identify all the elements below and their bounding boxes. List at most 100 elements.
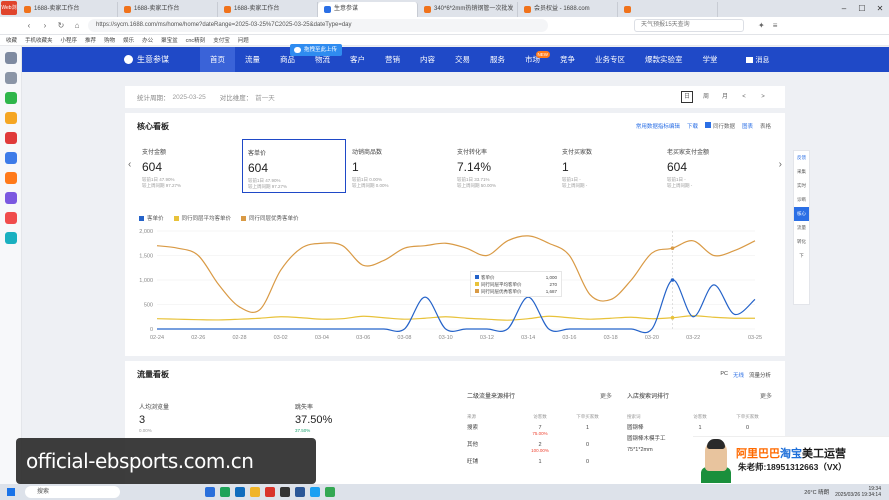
nav-item[interactable]: 竞争 [550, 47, 585, 72]
right-tool-6[interactable]: 转化 [794, 235, 809, 249]
bookmark-item[interactable]: 支付宝 [213, 36, 230, 44]
sidebar-app-icon[interactable] [4, 92, 17, 104]
message-button[interactable]: 消息 [745, 55, 770, 65]
period-prev-icon[interactable]: < [738, 91, 750, 103]
table-view-tab[interactable]: 表格 [760, 122, 771, 130]
forward-icon[interactable]: › [40, 21, 50, 30]
right-tool-0[interactable]: 反馈 [794, 151, 809, 165]
sidebar-app-icon[interactable] [4, 112, 17, 124]
browser-tab[interactable]: 1688-卖家工作台 [118, 2, 218, 17]
more-link[interactable]: 更多 [760, 391, 772, 400]
browser-tab[interactable]: 会员权益 - 1688.com [518, 2, 618, 17]
right-tool-7[interactable]: 下 [794, 249, 809, 263]
taskbar-search[interactable]: 搜索 [25, 486, 120, 498]
weather-text[interactable]: 26°C 晴朗 [804, 488, 829, 496]
taskbar-app-icon[interactable] [250, 487, 260, 497]
bookmark-item[interactable]: 手机收藏夹 [25, 36, 53, 44]
nav-item[interactable]: 服务 [480, 47, 515, 72]
legend-item[interactable]: 同行同层优秀客单价 [241, 214, 299, 222]
period-day-button[interactable]: 日 [681, 91, 693, 103]
browser-tab[interactable] [618, 2, 718, 17]
bookmark-item[interactable]: 聚宝盆 [161, 36, 178, 44]
sidebar-app-icon[interactable] [4, 52, 17, 64]
right-tool-1[interactable]: 采集 [794, 165, 809, 179]
nav-item[interactable]: 流量 [235, 47, 270, 72]
sidebar-app-icon[interactable] [4, 212, 17, 224]
taskbar-app-icon[interactable] [235, 487, 245, 497]
sidebar-app-icon[interactable] [4, 152, 17, 164]
sidebar-app-icon[interactable] [4, 192, 17, 204]
bookmark-item[interactable]: 问题 [238, 36, 249, 44]
edit-metrics-link[interactable]: 常用数据指标编辑 [636, 122, 680, 130]
compare-value[interactable]: 前一天 [255, 92, 275, 102]
nav-item[interactable]: 爆款实验室 [635, 47, 693, 72]
menu-icon[interactable]: ≡ [773, 21, 778, 30]
legend-item[interactable]: 客单价 [139, 214, 164, 222]
table-row[interactable]: 圆钢棒 1 0 [627, 425, 772, 431]
close-icon[interactable]: ✕ [871, 0, 889, 17]
taskbar-app-icon[interactable] [220, 487, 230, 497]
metric-card[interactable]: 客单价 604 较前1日 47.90% 较上周同期 97.27% [242, 139, 346, 193]
sidebar-app-icon[interactable] [4, 172, 17, 184]
table-row[interactable]: 搜索 7 75.00% 1 [467, 425, 612, 437]
taskbar-app-icon[interactable] [325, 487, 335, 497]
metric-card[interactable]: 支付金额 604 较前1日 47.90% 较上周同期 97.27% [137, 139, 241, 193]
home-icon[interactable]: ⌂ [72, 21, 82, 30]
table-row[interactable]: 旺铺 1 0 [467, 459, 612, 465]
advert-banner[interactable]: 阿里巴巴淘宝美工运营 朱老师:18951312663（VX） [693, 436, 889, 484]
bookmark-item[interactable]: 收藏 [6, 36, 17, 44]
browser-search-input[interactable]: 天气预报15天查询 [634, 19, 744, 32]
brand[interactable]: 生意参谋 [124, 54, 194, 65]
taskbar-app-icon[interactable] [280, 487, 290, 497]
right-tool-4[interactable]: 核心 [794, 207, 809, 221]
wireless-tab[interactable]: 无线 [733, 371, 744, 379]
bookmark-item[interactable]: 娱乐 [123, 36, 134, 44]
metric-card[interactable]: 支付转化率 7.14% 较前1日 33.71% 较上周同期 50.00% [452, 139, 556, 193]
metric-card[interactable]: 支付买家数 1 较前1日 - 较上周同期 - [557, 139, 661, 193]
taskbar-app-icon[interactable] [310, 487, 320, 497]
taskbar-app-icon[interactable] [205, 487, 215, 497]
refresh-icon[interactable]: ↻ [56, 21, 66, 30]
period-week-button[interactable]: 周 [700, 91, 712, 103]
bookmark-item[interactable]: 小程序 [61, 36, 78, 44]
nav-item[interactable]: 客户 [340, 47, 375, 72]
nav-item[interactable]: 学堂 [693, 47, 728, 72]
browser-tab[interactable]: 1688-卖家工作台 [18, 2, 118, 17]
metrics-next-icon[interactable]: › [779, 159, 782, 170]
nav-item[interactable]: 营销 [375, 47, 410, 72]
nav-item[interactable]: 业务专区 [585, 47, 635, 72]
download-link[interactable]: 下载 [687, 122, 698, 130]
legend-item[interactable]: 同行同层平均客单价 [173, 214, 231, 222]
more-link[interactable]: 更多 [600, 391, 612, 400]
metric-card[interactable]: 动销商品数 1 较前1日 0.00% 较上周同期 0.00% [347, 139, 451, 193]
minimize-icon[interactable]: – [835, 0, 853, 17]
sidebar-add-icon[interactable] [4, 72, 17, 84]
right-tool-3[interactable]: 诊断 [794, 193, 809, 207]
drag-upload-tip[interactable]: 拖拽至此上传 [290, 44, 343, 56]
metrics-prev-icon[interactable]: ‹ [128, 159, 131, 170]
sidebar-app-icon[interactable] [4, 232, 17, 244]
nav-item[interactable]: 交易 [445, 47, 480, 72]
browser-logo[interactable]: Web浏览器 [1, 1, 17, 25]
browser-tab[interactable]: 340*6*2mm热销钢管一次批发 [418, 2, 518, 17]
flow-metric[interactable]: 跳失率 37.50% 37.50% [295, 402, 332, 433]
bookmark-item[interactable]: 购物 [104, 36, 115, 44]
bookmark-item[interactable]: cnc精刻 [186, 36, 206, 44]
nav-item[interactable]: 市场 NEW [515, 47, 550, 72]
stat-period-value[interactable]: 2025-03-25 [173, 94, 206, 101]
nav-item[interactable]: 首页 [200, 47, 235, 72]
period-next-icon[interactable]: > [757, 91, 769, 103]
bookmark-item[interactable]: 办公 [142, 36, 153, 44]
sidebar-app-icon[interactable] [4, 132, 17, 144]
metric-card[interactable]: 老买家支付金额 604 较前1日 - 较上周同期 - [662, 139, 766, 193]
browser-tab[interactable]: 1688-卖家工作台 [218, 2, 318, 17]
right-tool-5[interactable]: 流量 [794, 221, 809, 235]
taskbar-app-icon[interactable] [295, 487, 305, 497]
extension-icon[interactable]: ✦ [758, 21, 765, 30]
pc-tab[interactable]: PC [720, 371, 728, 379]
windows-start-icon[interactable] [7, 488, 15, 496]
right-tool-2[interactable]: 实时 [794, 179, 809, 193]
clock[interactable]: 19:34 2025/03/26 19:34:14 [835, 486, 881, 498]
flow-metric[interactable]: 人均浏览量 3 0.00% [139, 402, 169, 433]
taskbar-app-icon[interactable] [265, 487, 275, 497]
